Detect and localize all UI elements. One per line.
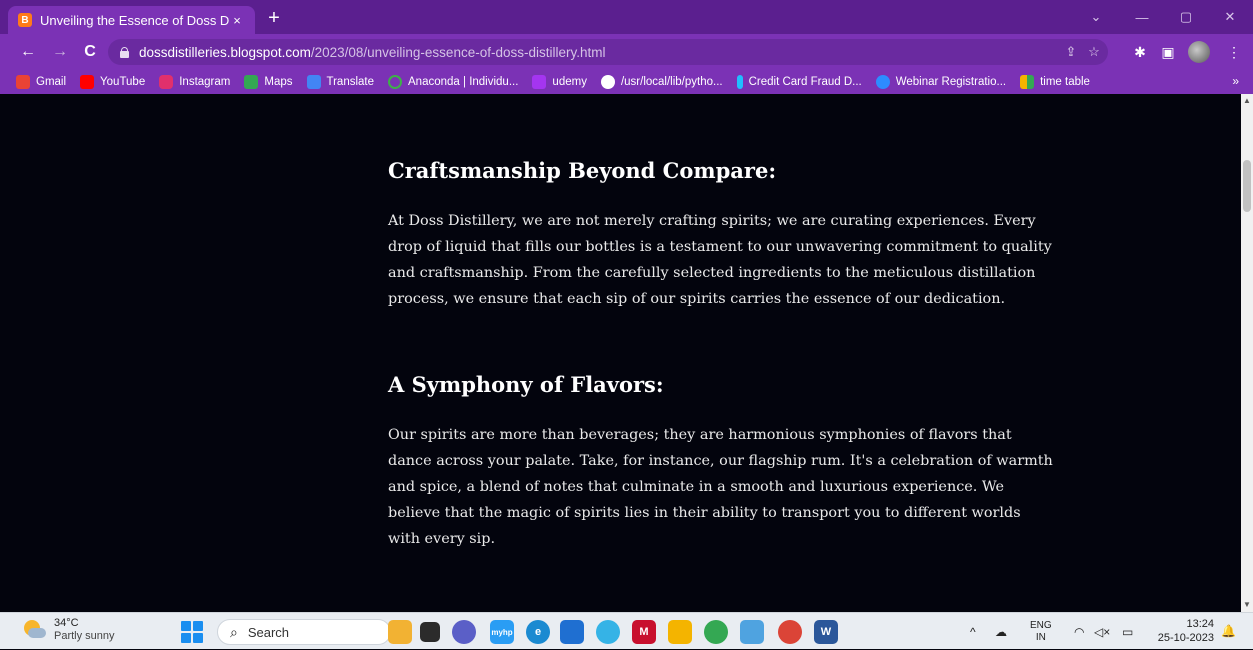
bookmarks-bar: Gmail YouTube Instagram Maps Translate A… <box>0 70 1253 94</box>
close-window-button[interactable]: ✕ <box>1207 0 1253 34</box>
translate-icon <box>306 75 321 89</box>
chrome-app-icon[interactable] <box>778 620 802 644</box>
myhp-app-icon[interactable]: myhp <box>490 620 514 644</box>
notification-bell-icon[interactable]: 🔔 <box>1221 624 1236 638</box>
wifi-icon[interactable]: ◠ <box>1074 613 1084 650</box>
copilot-app-icon[interactable] <box>596 620 620 644</box>
scrollbar-thumb[interactable] <box>1243 160 1251 212</box>
globe-icon <box>600 75 615 89</box>
instagram-icon <box>159 75 174 89</box>
tab-title: Unveiling the Essence of Doss D <box>40 12 229 28</box>
explorer-app-icon[interactable] <box>668 620 692 644</box>
search-label: Search <box>247 624 290 640</box>
anaconda-icon <box>388 75 403 89</box>
section-body-flavors: Our spirits are more than beverages; the… <box>388 427 1053 547</box>
taskview-icon[interactable] <box>420 622 440 642</box>
bookmark-star-icon[interactable]: ☆ <box>1086 44 1102 60</box>
system-clock[interactable]: 13:24 25-10-2023 <box>1150 617 1214 645</box>
windows-taskbar: 34°C Partly sunny ⌕ Search myhp e M W ^ … <box>0 612 1253 649</box>
vertical-scrollbar[interactable]: ▲ ▼ <box>1241 94 1253 612</box>
reload-icon[interactable]: C <box>78 40 102 64</box>
url-path: /2023/08/unveiling-essence-of-doss-disti… <box>310 44 606 60</box>
bookmark-credit-card-fraud[interactable]: Credit Card Fraud D... <box>736 75 862 89</box>
files-app-icon[interactable] <box>388 620 412 644</box>
tab-close-icon[interactable]: × <box>229 13 245 28</box>
bookmark-udemy[interactable]: udemy <box>532 75 587 89</box>
language-indicator[interactable]: ENG IN <box>1030 613 1052 650</box>
bookmark-webinar[interactable]: Webinar Registratio... <box>875 75 1006 89</box>
side-panel-icon[interactable]: ▣ <box>1156 40 1180 64</box>
start-logo-quad <box>193 633 203 643</box>
bookmark-gmail[interactable]: Gmail <box>16 75 66 89</box>
weather-widget[interactable]: 34°C Partly sunny <box>22 617 115 642</box>
lang-code: ENG <box>1030 619 1052 631</box>
section-heading-craftsmanship: Craftsmanship Beyond Compare: <box>388 158 777 183</box>
weather-temp: 34°C <box>54 617 79 629</box>
back-arrow-icon[interactable]: ← <box>16 40 40 64</box>
chat-app-icon[interactable] <box>452 620 476 644</box>
restore-button[interactable]: ▢ <box>1163 0 1209 34</box>
start-logo-quad <box>181 621 191 631</box>
blogger-favicon-icon: B <box>18 13 32 27</box>
section-heading-flavors: A Symphony of Flavors: <box>388 372 664 397</box>
kaggle-icon <box>736 75 743 89</box>
share-icon[interactable]: ⇪ <box>1063 44 1079 60</box>
maps-icon <box>244 75 259 89</box>
bookmark-translate[interactable]: Translate <box>306 75 374 89</box>
page-viewport: Craftsmanship Beyond Compare: At Doss Di… <box>0 94 1241 612</box>
browser-toolbar: ← → C dossdistilleries.blogspot.com/2023… <box>0 34 1253 70</box>
store-app-icon[interactable] <box>560 620 584 644</box>
edge-app-icon[interactable]: e <box>526 620 550 644</box>
tab-search-chevron-icon[interactable]: ⌄ <box>1073 0 1119 34</box>
chrome-menu-icon[interactable]: ⋮ <box>1222 40 1246 64</box>
profile-avatar[interactable] <box>1188 41 1210 63</box>
chrome-profile-app-icon[interactable] <box>704 620 728 644</box>
word-app-icon[interactable]: W <box>814 620 838 644</box>
forward-arrow-icon[interactable]: → <box>48 40 72 64</box>
taskbar-search[interactable]: ⌕ Search <box>217 619 391 645</box>
udemy-icon <box>532 75 547 89</box>
tray-chevron-icon[interactable]: ^ <box>970 613 976 650</box>
tab-strip: B Unveiling the Essence of Doss D × + ⌄ … <box>0 0 1253 34</box>
start-logo-quad <box>181 633 191 643</box>
bookmark-time-table[interactable]: time table <box>1020 75 1090 89</box>
minimize-button[interactable]: — <box>1119 0 1165 34</box>
sheets-icon <box>1020 75 1035 89</box>
extensions-puzzle-icon[interactable]: ✱ <box>1128 40 1152 64</box>
start-button[interactable] <box>181 621 203 643</box>
clock-date: 25-10-2023 <box>1157 632 1214 644</box>
bookmark-maps[interactable]: Maps <box>244 75 293 89</box>
onedrive-icon[interactable]: ☁ <box>995 613 1007 650</box>
scroll-down-arrow-icon[interactable]: ▼ <box>1241 598 1253 612</box>
youtube-icon <box>80 75 95 89</box>
volume-muted-icon[interactable]: ◁× <box>1094 613 1110 650</box>
new-tab-button[interactable]: + <box>262 7 286 31</box>
start-logo-quad <box>193 621 203 631</box>
lock-icon[interactable] <box>120 46 129 58</box>
mcafee-app-icon[interactable]: M <box>632 620 656 644</box>
gmail-icon <box>16 75 30 89</box>
bookmark-python-lib[interactable]: /usr/local/lib/pytho... <box>600 75 723 89</box>
clock-time: 13:24 <box>1186 618 1214 630</box>
section-body-craftsmanship: At Doss Distillery, we are not merely cr… <box>388 213 1052 307</box>
url-host: dossdistilleries.blogspot.com <box>139 44 311 60</box>
weather-condition: Partly sunny <box>54 630 115 642</box>
zoom-icon <box>875 75 890 89</box>
battery-icon[interactable]: ▭ <box>1122 613 1133 650</box>
address-bar[interactable]: dossdistilleries.blogspot.com/2023/08/un… <box>108 39 1108 65</box>
bookmark-anaconda[interactable]: Anaconda | Individu... <box>388 75 518 89</box>
active-tab[interactable]: B Unveiling the Essence of Doss D × <box>8 6 255 34</box>
search-icon: ⌕ <box>230 623 238 640</box>
bookmark-youtube[interactable]: YouTube <box>80 75 145 89</box>
more-bookmarks-icon[interactable]: » <box>1232 74 1239 88</box>
lang-region: IN <box>1035 631 1046 643</box>
scroll-up-arrow-icon[interactable]: ▲ <box>1241 94 1253 108</box>
partly-sunny-icon <box>22 618 46 642</box>
bookmark-instagram[interactable]: Instagram <box>159 75 230 89</box>
notepad-app-icon[interactable] <box>740 620 764 644</box>
